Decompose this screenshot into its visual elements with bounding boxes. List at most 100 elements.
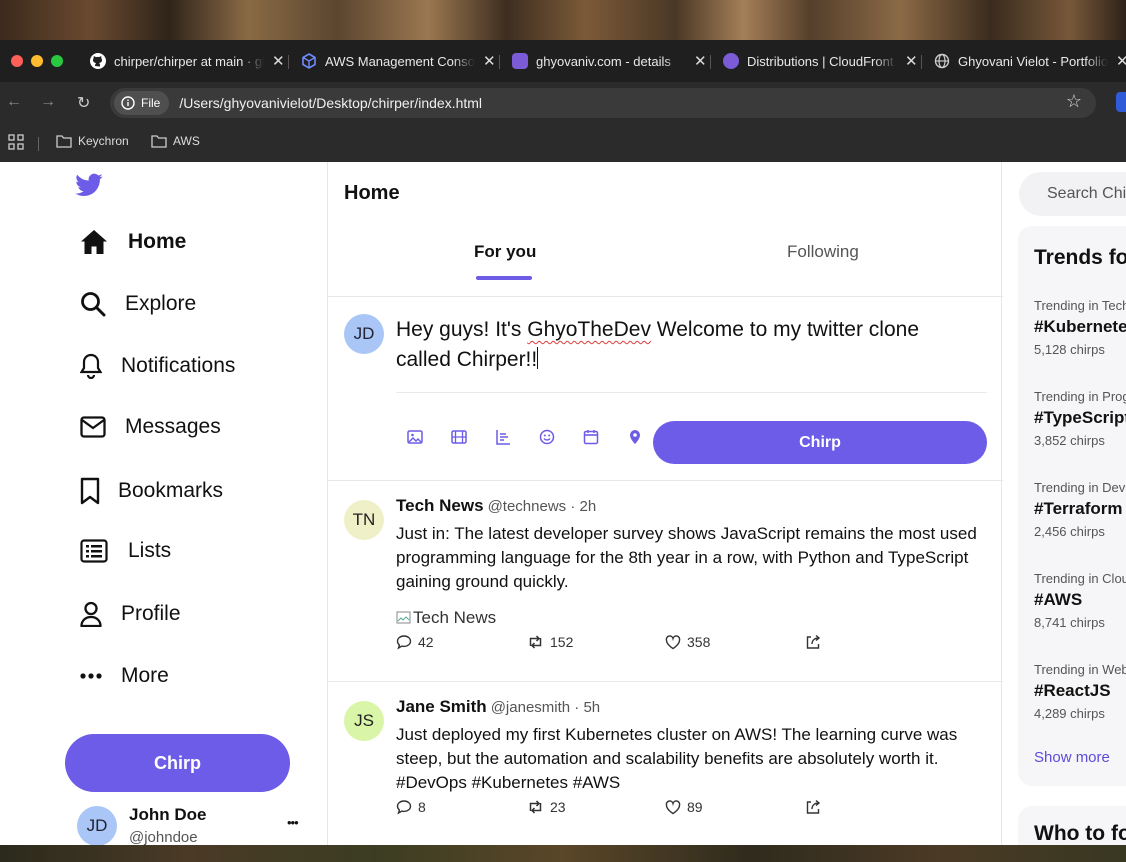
close-tab-icon[interactable]: ✕: [1116, 52, 1126, 70]
nav-messages[interactable]: Messages: [80, 415, 221, 439]
tab-portfolio[interactable]: Ghyovani Vielot - Portfolio ✕: [934, 47, 1126, 75]
calendar-icon[interactable]: [582, 428, 600, 446]
reply-button[interactable]: 42: [396, 634, 527, 650]
nav-more[interactable]: More: [80, 663, 169, 689]
rechirp-icon: [529, 635, 542, 649]
emoji-icon[interactable]: [538, 428, 556, 446]
post-author[interactable]: Jane Smith: [396, 697, 487, 716]
like-button[interactable]: 89: [665, 799, 805, 815]
trend-count: 3,852 chirps: [1034, 433, 1105, 448]
tab-cloudfront[interactable]: Distributions | CloudFront ✕: [723, 47, 918, 75]
bookmark-folder-keychron[interactable]: Keychron: [56, 134, 129, 148]
active-tab-indicator: [476, 276, 532, 280]
folder-icon: [151, 134, 167, 148]
close-tab-icon[interactable]: ✕: [905, 52, 918, 70]
compose-textarea[interactable]: Hey guys! It's GhyoTheDev Welcome to my …: [396, 315, 956, 375]
avatar[interactable]: TN: [344, 500, 384, 540]
forward-icon[interactable]: →: [40, 93, 56, 111]
account-switcher[interactable]: JD John Doe @johndoe •••: [77, 802, 307, 845]
nav-notifications[interactable]: Notifications: [80, 353, 235, 379]
poll-icon[interactable]: [494, 428, 512, 446]
like-count: 89: [687, 799, 703, 815]
location-pin-icon[interactable]: [626, 428, 644, 446]
post-actions: 8 23 89: [396, 799, 821, 815]
misspelled-word: GhyoTheDev: [527, 318, 651, 341]
more-dots-icon: [80, 673, 102, 679]
post-handle-time: @janesmith · 5h: [490, 699, 601, 716]
extension-icon[interactable]: [1116, 92, 1126, 112]
show-more-link[interactable]: Show more: [1034, 749, 1110, 766]
url-text[interactable]: /Users/ghyovanivielot/Desktop/chirper/in…: [179, 95, 482, 111]
trend-tag: #TypeScript: [1034, 408, 1126, 427]
apps-grid-icon[interactable]: [8, 134, 24, 150]
address-bar[interactable]: File /Users/ghyovanivielot/Desktop/chirp…: [110, 88, 1096, 118]
list-icon: [80, 539, 108, 563]
rechirp-count: 23: [550, 799, 566, 815]
nav-bookmarks[interactable]: Bookmarks: [80, 477, 223, 505]
account-menu-icon[interactable]: •••: [287, 815, 299, 830]
trend-item[interactable]: Trending in Cloud #AWS 8,741 chirps: [1034, 571, 1126, 630]
tab-for-you[interactable]: For you: [474, 242, 536, 262]
home-icon: [81, 230, 107, 254]
compose-chirp-button[interactable]: Chirp: [653, 421, 987, 464]
bookmark-star-icon[interactable]: ☆: [1066, 91, 1082, 112]
site-info-chip[interactable]: File: [114, 91, 170, 115]
nav-explore[interactable]: Explore: [80, 291, 196, 317]
tab-github[interactable]: chirper/chirper at main · ghyovanivielot…: [90, 47, 285, 75]
minimize-window-button[interactable]: [31, 55, 43, 67]
zoom-window-button[interactable]: [51, 55, 63, 67]
compose-toolbar: [406, 428, 644, 446]
trend-item[interactable]: Trending in DevOps #Terraform 2,456 chirps: [1034, 480, 1126, 539]
nav-home[interactable]: Home: [80, 229, 186, 255]
trend-context: Trending in Cloud: [1034, 571, 1126, 586]
rechirp-button[interactable]: 152: [527, 634, 665, 650]
bookmark-icon: [80, 477, 100, 505]
tab-title: chirper/chirper at main · ghyovanivielot…: [114, 53, 264, 69]
bookmarks-bar: Keychron AWS: [0, 126, 1126, 162]
trend-item[interactable]: Trending in Web #ReactJS 4,289 chirps: [1034, 662, 1126, 721]
close-tab-icon[interactable]: ✕: [272, 52, 285, 70]
close-tab-icon[interactable]: ✕: [483, 52, 496, 70]
sidebar-chirp-button[interactable]: Chirp: [65, 734, 290, 792]
close-window-button[interactable]: [11, 55, 23, 67]
who-to-follow-title: Who to follow: [1034, 822, 1126, 845]
chirper-bird-logo-icon[interactable]: [74, 173, 104, 204]
share-icon: [806, 634, 821, 649]
share-button[interactable]: [805, 799, 821, 815]
image-icon[interactable]: [406, 428, 424, 446]
like-button[interactable]: 358: [665, 634, 805, 650]
tab-bar: chirper/chirper at main · ghyovanivielot…: [0, 40, 1126, 82]
back-icon[interactable]: ←: [6, 93, 22, 111]
reply-count: 8: [418, 799, 426, 815]
page-title: Home: [344, 182, 400, 204]
trend-item[interactable]: Trending in Technology #Kubernetes 5,128 c…: [1034, 298, 1126, 357]
share-button[interactable]: [805, 634, 821, 650]
post-jane-smith[interactable]: JS Jane Smith @janesmith · 5h Just deploy…: [328, 681, 1003, 845]
nav-label: Messages: [125, 415, 221, 438]
desktop-wallpaper-top: [0, 0, 1126, 40]
bookmark-folder-aws[interactable]: AWS: [151, 134, 200, 148]
nav-lists[interactable]: Lists: [80, 539, 171, 563]
video-icon[interactable]: [450, 428, 468, 446]
desktop-wallpaper-bottom: [0, 845, 1126, 862]
trend-item[interactable]: Trending in Programming #TypeScript 3,852 …: [1034, 389, 1126, 448]
reply-button[interactable]: 8: [396, 799, 527, 815]
post-tech-news[interactable]: TN Tech News @technews · 2h Just in: The …: [328, 480, 1003, 681]
browser-toolbar: ← → ↻ File /Users/ghyovanivielot/Desktop…: [0, 82, 1126, 126]
nav-profile[interactable]: Profile: [80, 601, 181, 627]
account-name: John Doe: [129, 805, 207, 824]
post-actions: 42 152 358: [396, 634, 821, 650]
rechirp-button[interactable]: 23: [527, 799, 665, 815]
search-input[interactable]: Search Chirper: [1019, 172, 1126, 216]
post-image-broken[interactable]: Tech News: [396, 608, 496, 628]
tab-domain-details[interactable]: ghyovaniv.com - details ✕: [512, 47, 707, 75]
avatar[interactable]: JS: [344, 701, 384, 741]
reload-icon[interactable]: ↻: [77, 93, 90, 113]
close-tab-icon[interactable]: ✕: [694, 52, 707, 70]
tab-aws-console[interactable]: AWS Management Console ✕: [301, 47, 496, 75]
aws-cube-icon: [301, 53, 317, 69]
image-alt-text: Tech News: [413, 608, 497, 627]
github-icon: [90, 53, 106, 69]
tab-following[interactable]: Following: [787, 242, 859, 262]
post-author[interactable]: Tech News: [396, 496, 484, 515]
